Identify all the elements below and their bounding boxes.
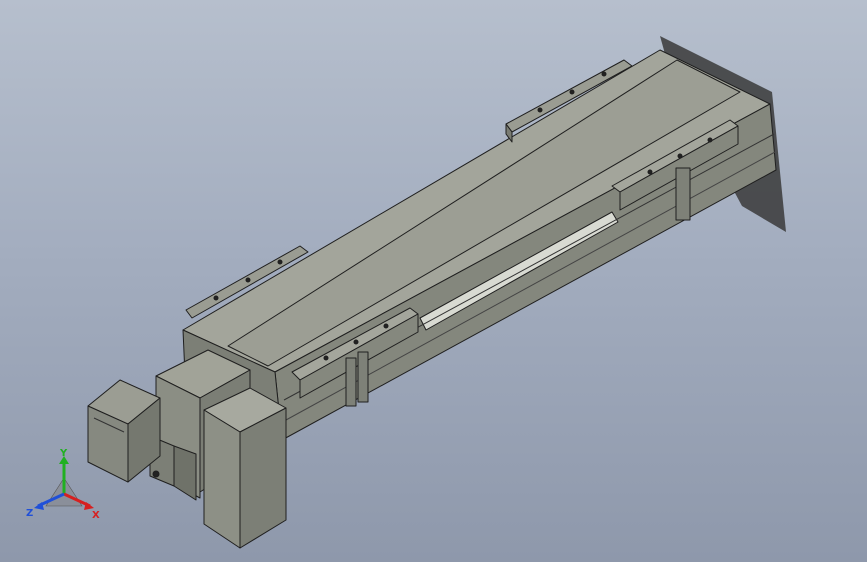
z-axis-label: Z bbox=[26, 508, 33, 519]
x-axis-label: X bbox=[92, 510, 100, 521]
y-axis-label: Y bbox=[59, 448, 68, 459]
motor-end-cap[interactable] bbox=[203, 387, 287, 549]
model-viewport[interactable] bbox=[0, 0, 867, 562]
axis-triad: Y X Z bbox=[26, 448, 100, 521]
